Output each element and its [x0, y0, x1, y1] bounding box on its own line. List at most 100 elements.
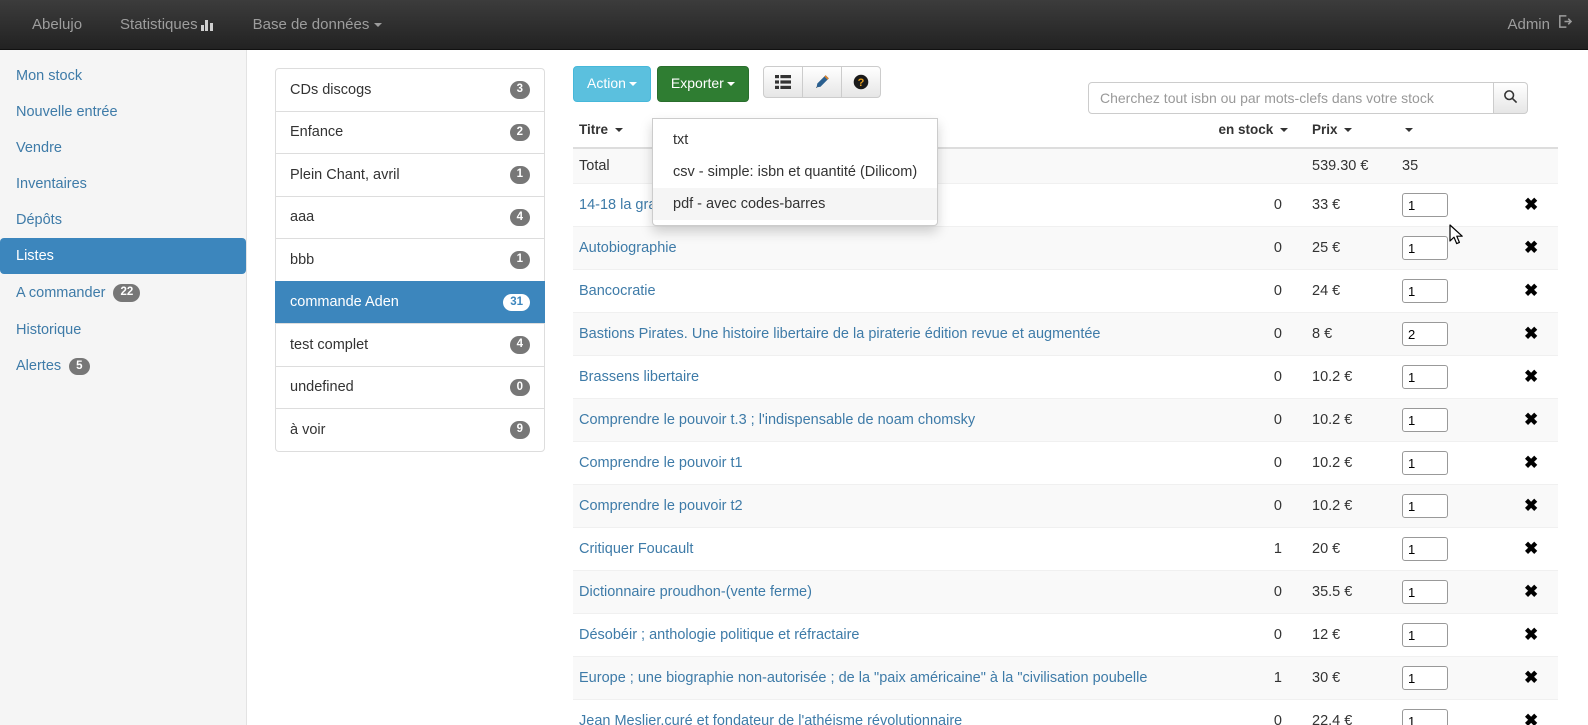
- row-title-link[interactable]: Désobéir ; anthologie politique et réfra…: [579, 627, 860, 643]
- search-input[interactable]: [1088, 82, 1494, 114]
- list-panel-item[interactable]: Plein Chant, avril 1: [275, 153, 545, 196]
- list-view-button[interactable]: [762, 66, 803, 98]
- search-button[interactable]: [1494, 82, 1528, 114]
- row-quantity-cell: [1394, 527, 1514, 571]
- row-title-link[interactable]: Bastions Pirates. Une histoire libertair…: [579, 326, 1100, 342]
- list-panel-item[interactable]: CDs discogs 3: [275, 68, 545, 111]
- row-title-link[interactable]: Bancocratie: [579, 283, 656, 299]
- row-stock-cell: 0: [1184, 441, 1304, 485]
- table-row: Comprendre le pouvoir t.3 ; l'indispensa…: [573, 398, 1558, 442]
- quantity-stepper[interactable]: [1402, 408, 1448, 432]
- row-title-link[interactable]: Jean Meslier,curé et fondateur de l'athé…: [579, 713, 962, 725]
- sidebar-item-depots[interactable]: Dépôts: [0, 202, 246, 238]
- sidebar-item-historique[interactable]: Historique: [0, 312, 246, 348]
- delete-row-icon[interactable]: ✖: [1524, 195, 1538, 214]
- sidebar-item-nouvelle-entree[interactable]: Nouvelle entrée: [0, 94, 246, 130]
- table-row: Critiquer Foucault 120 € ✖: [573, 527, 1558, 571]
- sidebar-item-mon-stock[interactable]: Mon stock: [0, 58, 246, 94]
- row-title-link[interactable]: Autobiographie: [579, 240, 677, 256]
- sidebar-item-alertes[interactable]: Alertes 5: [0, 348, 246, 386]
- table-row: Brassens libertaire 010.2 € ✖: [573, 355, 1558, 399]
- nav-item-statistiques[interactable]: Statistiques: [100, 0, 233, 50]
- quantity-stepper[interactable]: [1402, 666, 1448, 690]
- row-price-cell: 25 €: [1304, 226, 1394, 270]
- export-menu-item[interactable]: pdf - avec codes-barres: [653, 188, 938, 220]
- view-button-group: ?: [762, 66, 881, 98]
- logout-icon[interactable]: [1557, 0, 1573, 50]
- delete-row-icon[interactable]: ✖: [1524, 496, 1538, 515]
- quantity-stepper[interactable]: [1402, 322, 1448, 346]
- list-panel-item-count: 31: [503, 293, 530, 311]
- row-delete-cell: ✖: [1514, 312, 1558, 356]
- sidebar-item-listes[interactable]: Listes: [0, 238, 246, 274]
- list-panel-item[interactable]: undefined 0: [275, 365, 545, 408]
- sidebar-item-vendre[interactable]: Vendre: [0, 130, 246, 166]
- quantity-stepper[interactable]: [1402, 580, 1448, 604]
- brand-link[interactable]: Abelujo: [14, 0, 100, 50]
- delete-row-icon[interactable]: ✖: [1524, 281, 1538, 300]
- list-panel-item[interactable]: bbb 1: [275, 238, 545, 281]
- sidebar-item-inventaires[interactable]: Inventaires: [0, 166, 246, 202]
- list-panel-item-count: 3: [509, 81, 530, 99]
- sidebar-item-a-commander[interactable]: A commander 22: [0, 274, 246, 312]
- delete-row-icon[interactable]: ✖: [1524, 539, 1538, 558]
- delete-row-icon[interactable]: ✖: [1524, 410, 1538, 429]
- edit-button[interactable]: [801, 66, 842, 98]
- row-title-link[interactable]: Brassens libertaire: [579, 369, 699, 385]
- column-header-prix[interactable]: Prix: [1304, 114, 1394, 149]
- export-button[interactable]: Exporter: [656, 66, 749, 102]
- sidebar-badge-a-commander: 22: [113, 284, 141, 302]
- column-header-quantite[interactable]: [1394, 114, 1514, 149]
- quantity-stepper[interactable]: [1402, 537, 1448, 561]
- row-title-link[interactable]: Dictionnaire proudhon-(vente ferme): [579, 584, 812, 600]
- row-stock-cell: 1: [1184, 656, 1304, 700]
- help-button[interactable]: ?: [840, 66, 881, 98]
- user-menu[interactable]: Admin: [1507, 0, 1573, 50]
- quantity-stepper[interactable]: [1402, 365, 1448, 389]
- delete-row-icon[interactable]: ✖: [1524, 324, 1538, 343]
- quantity-stepper[interactable]: [1402, 623, 1448, 647]
- delete-row-icon[interactable]: ✖: [1524, 238, 1538, 257]
- total-stock: [1184, 148, 1304, 184]
- row-stock-cell: 0: [1184, 484, 1304, 528]
- list-panel-item-count: 0: [509, 378, 530, 396]
- delete-row-icon[interactable]: ✖: [1524, 668, 1538, 687]
- row-price-cell: 24 €: [1304, 269, 1394, 313]
- row-title-link[interactable]: Comprendre le pouvoir t2: [579, 498, 743, 514]
- total-prix: 539.30 €: [1304, 148, 1394, 184]
- list-panel-item[interactable]: Enfance 2: [275, 110, 545, 153]
- quantity-stepper[interactable]: [1402, 709, 1448, 725]
- main-content: Action Exporter ? txt csv - simple: isbn…: [567, 50, 1588, 725]
- quantity-stepper[interactable]: [1402, 236, 1448, 260]
- quantity-stepper[interactable]: [1402, 193, 1448, 217]
- nav-item-base-de-donnees[interactable]: Base de données: [233, 0, 403, 50]
- quantity-stepper[interactable]: [1402, 451, 1448, 475]
- row-title-link[interactable]: Europe ; une biographie non-autorisée ; …: [579, 670, 1147, 686]
- delete-row-icon[interactable]: ✖: [1524, 625, 1538, 644]
- list-panel-item[interactable]: à voir 9: [275, 408, 545, 452]
- list-panel-item[interactable]: commande Aden 31: [275, 280, 545, 323]
- sidebar-item-label: Vendre: [16, 140, 62, 156]
- quantity-stepper[interactable]: [1402, 494, 1448, 518]
- help-circle-icon: ?: [853, 74, 869, 90]
- row-title-link[interactable]: Comprendre le pouvoir t1: [579, 455, 743, 471]
- row-title-link[interactable]: Comprendre le pouvoir t.3 ; l'indispensa…: [579, 412, 975, 428]
- quantity-stepper[interactable]: [1402, 279, 1448, 303]
- sidebar-item-label: Listes: [16, 248, 54, 264]
- column-header-en-stock[interactable]: en stock: [1184, 114, 1304, 149]
- row-delete-cell: ✖: [1514, 183, 1558, 227]
- lists-panel: CDs discogs 3 Enfance 2 Plein Chant, avril 1 a…: [247, 50, 567, 725]
- row-title-link[interactable]: Critiquer Foucault: [579, 541, 693, 557]
- list-panel-item[interactable]: aaa 4: [275, 195, 545, 238]
- table-row: Europe ; une biographie non-autorisée ; …: [573, 656, 1558, 700]
- delete-row-icon[interactable]: ✖: [1524, 582, 1538, 601]
- export-menu-item[interactable]: csv - simple: isbn et quantité (Dilicom): [653, 156, 937, 188]
- delete-row-icon[interactable]: ✖: [1524, 711, 1538, 725]
- row-quantity-cell: [1394, 484, 1514, 528]
- delete-row-icon[interactable]: ✖: [1524, 453, 1538, 472]
- action-button[interactable]: Action: [573, 66, 651, 102]
- delete-row-icon[interactable]: ✖: [1524, 367, 1538, 386]
- export-menu-item[interactable]: txt: [653, 124, 937, 156]
- row-stock-cell: 0: [1184, 183, 1304, 227]
- list-panel-item[interactable]: test complet 4: [275, 323, 545, 366]
